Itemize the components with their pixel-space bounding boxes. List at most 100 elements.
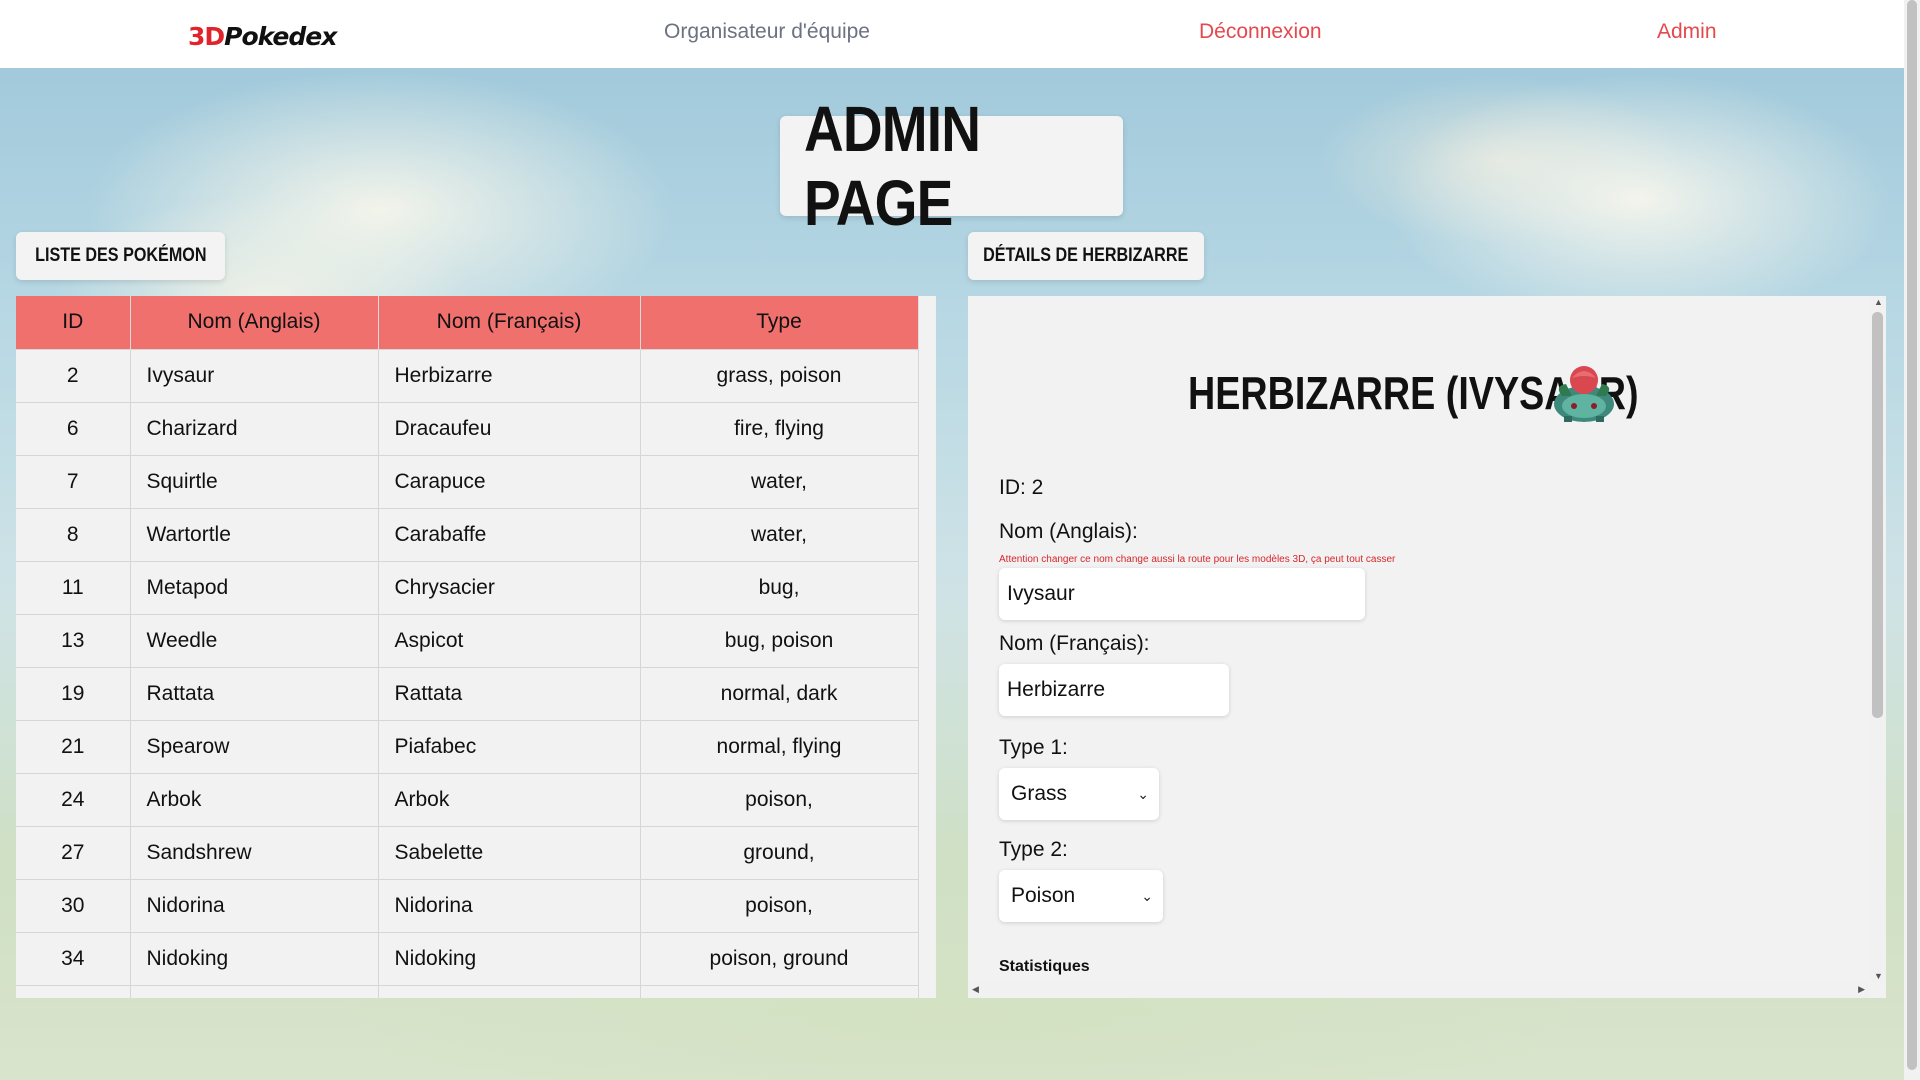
- table-row[interactable]: 21 Spearow Piafabec normal, flying: [16, 719, 919, 773]
- cell-name-en: Weedle: [130, 613, 379, 667]
- cell-type: normal, dark: [640, 666, 919, 720]
- cell-id: 13: [16, 613, 131, 667]
- cell-type: grass, poison: [640, 348, 919, 402]
- cell-name-en: Squirtle: [130, 454, 379, 508]
- cell-id: [16, 984, 131, 998]
- details-scrollbar-thumb[interactable]: [1872, 312, 1883, 718]
- page-title: ADMIN PAGE: [804, 93, 981, 239]
- cell-name-fr: Nidoking: [378, 931, 641, 985]
- table-header-row: ID Nom (Anglais) Nom (Français) Type: [16, 296, 919, 349]
- type2-select[interactable]: Poison ⌄: [999, 870, 1163, 922]
- pokemon-table: ID Nom (Anglais) Nom (Français) Type 2 Iv…: [16, 296, 919, 998]
- table-row[interactable]: [16, 984, 919, 998]
- chevron-down-icon: ⌄: [1141, 887, 1153, 904]
- cell-id: 7: [16, 454, 131, 508]
- pokemon-details-heading: DÉTAILS DE HERBIZARRE: [968, 232, 1204, 280]
- pokemon-details-panel: HERBIZARRE (IVYSAUR) ID: 2 Nom (Anglais)…: [968, 296, 1886, 998]
- table-row[interactable]: 13 Weedle Aspicot bug, poison: [16, 613, 919, 667]
- cell-name-en: Nidoking: [130, 931, 379, 985]
- ivysaur-sprite-icon: [1554, 366, 1614, 422]
- table-row[interactable]: 7 Squirtle Carapuce water,: [16, 454, 919, 508]
- cell-id: 6: [16, 401, 131, 455]
- pokemon-list-heading: LISTE DES POKÉMON: [16, 232, 225, 280]
- name-fr-input[interactable]: [999, 664, 1229, 716]
- nav-logout[interactable]: Déconnexion: [1199, 20, 1322, 44]
- page-scrollbar[interactable]: [1904, 0, 1920, 1080]
- page-scrollbar-thumb[interactable]: [1907, 0, 1917, 1070]
- table-scrollbar[interactable]: ▲ ▼: [934, 296, 936, 998]
- cell-name-fr: Chrysacier: [378, 560, 641, 614]
- cell-name-en: Metapod: [130, 560, 379, 614]
- cell-id: 8: [16, 507, 131, 561]
- table-row[interactable]: 27 Sandshrew Sabelette ground,: [16, 825, 919, 879]
- cell-type: water,: [640, 507, 919, 561]
- cell-name-fr: Carapuce: [378, 454, 641, 508]
- table-row[interactable]: 2 Ivysaur Herbizarre grass, poison: [16, 348, 919, 402]
- table-row[interactable]: 30 Nidorina Nidorina poison,: [16, 878, 919, 932]
- name-en-warning: Attention changer ce nom change aussi la…: [999, 554, 1396, 565]
- cell-id: 24: [16, 772, 131, 826]
- cell-name-fr: Carabaffe: [378, 507, 641, 561]
- details-vertical-scrollbar[interactable]: ▲ ▼: [1869, 296, 1886, 982]
- cell-type: bug, poison: [640, 613, 919, 667]
- header-name-en: Nom (Anglais): [130, 296, 379, 349]
- scroll-left-icon[interactable]: ◀: [972, 984, 979, 995]
- header-id: ID: [16, 296, 131, 349]
- name-en-input[interactable]: [999, 568, 1365, 620]
- cell-name-en: Ivysaur: [130, 348, 379, 402]
- type2-value: Poison: [1011, 884, 1076, 907]
- cell-name-en: Spearow: [130, 719, 379, 773]
- cell-name-en: Rattata: [130, 666, 379, 720]
- scroll-up-icon[interactable]: ▲: [1874, 297, 1883, 307]
- table-row[interactable]: 8 Wartortle Carabaffe water,: [16, 507, 919, 561]
- cell-name-fr: Rattata: [378, 666, 641, 720]
- details-horizontal-scrollbar[interactable]: ◀ ▶: [968, 982, 1869, 998]
- nav-team-organizer[interactable]: Organisateur d'équipe: [664, 20, 870, 44]
- cell-name-fr: [378, 984, 641, 998]
- name-en-label: Nom (Anglais):: [999, 520, 1138, 543]
- chevron-down-icon: ⌄: [1137, 785, 1149, 802]
- cell-id: 19: [16, 666, 131, 720]
- cell-name-en: [130, 984, 379, 998]
- cell-name-en: Sandshrew: [130, 825, 379, 879]
- cell-id: 21: [16, 719, 131, 773]
- scroll-right-icon[interactable]: ▶: [1858, 984, 1865, 995]
- cell-name-en: Nidorina: [130, 878, 379, 932]
- cell-name-fr: Sabelette: [378, 825, 641, 879]
- table-row[interactable]: 19 Rattata Rattata normal, dark: [16, 666, 919, 720]
- cell-type: [640, 984, 919, 998]
- header-name-fr: Nom (Français): [378, 296, 641, 349]
- cell-id: 34: [16, 931, 131, 985]
- cell-type: fire, flying: [640, 401, 919, 455]
- cell-type: ground,: [640, 825, 919, 879]
- cell-id: 30: [16, 878, 131, 932]
- pokemon-id-label: ID: 2: [999, 476, 1044, 499]
- cell-name-fr: Herbizarre: [378, 348, 641, 402]
- cell-name-fr: Dracaufeu: [378, 401, 641, 455]
- cell-name-fr: Nidorina: [378, 878, 641, 932]
- type2-label: Type 2:: [999, 838, 1068, 861]
- top-navbar: 3DPokedex Organisateur d'équipe Déconnex…: [0, 0, 1904, 68]
- cell-id: 11: [16, 560, 131, 614]
- type1-label: Type 1:: [999, 736, 1068, 759]
- scroll-down-icon[interactable]: ▼: [1874, 971, 1883, 981]
- cell-type: water,: [640, 454, 919, 508]
- table-row[interactable]: 6 Charizard Dracaufeu fire, flying: [16, 401, 919, 455]
- cell-id: 2: [16, 348, 131, 402]
- page-title-box: ADMIN PAGE: [780, 93, 1123, 239]
- cell-name-en: Arbok: [130, 772, 379, 826]
- cell-name-fr: Aspicot: [378, 613, 641, 667]
- logo[interactable]: 3DPokedex: [188, 22, 337, 51]
- table-row[interactable]: 11 Metapod Chrysacier bug,: [16, 560, 919, 614]
- type1-value: Grass: [1011, 782, 1068, 805]
- cell-name-en: Wartortle: [130, 507, 379, 561]
- name-fr-label: Nom (Français):: [999, 632, 1150, 655]
- type1-select[interactable]: Grass ⌄: [999, 768, 1159, 820]
- nav-admin[interactable]: Admin: [1657, 20, 1717, 44]
- cell-name-fr: Arbok: [378, 772, 641, 826]
- cell-type: bug,: [640, 560, 919, 614]
- table-row[interactable]: 24 Arbok Arbok poison,: [16, 772, 919, 826]
- table-row[interactable]: 34 Nidoking Nidoking poison, ground: [16, 931, 919, 985]
- cell-name-fr: Piafabec: [378, 719, 641, 773]
- cell-type: poison,: [640, 878, 919, 932]
